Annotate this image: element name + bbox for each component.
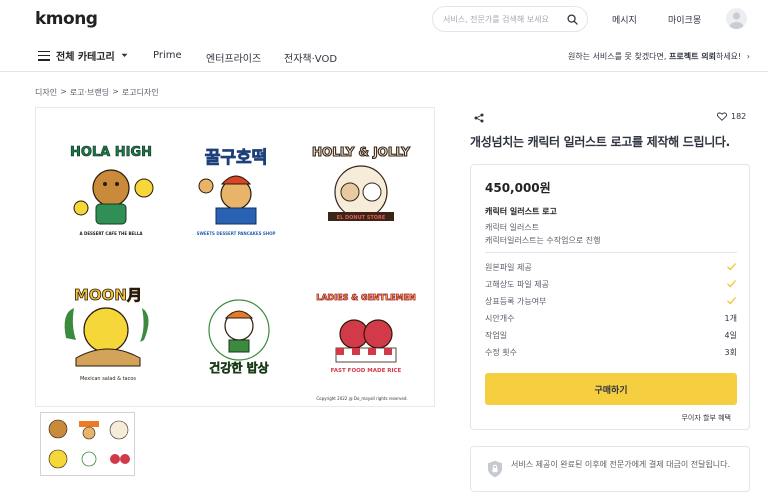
feature-original-file: 원본파일 제공 (485, 260, 737, 276)
heart-icon (717, 112, 727, 121)
hamburger-icon (38, 50, 50, 61)
promo-prefix: 원하는 서비스를 못 찾겠다면, (567, 52, 669, 61)
logo-4-text: MOON月 (74, 286, 142, 304)
my-kmong-link[interactable]: 마이크몽 (668, 13, 701, 26)
nav-prime[interactable]: Prime (153, 50, 182, 61)
feature-work-days: 작업일 4일 (485, 328, 737, 344)
logo-6-subtext: FAST FOOD MADE RICE (331, 368, 402, 374)
price: 450,000원 (485, 181, 551, 195)
feature-trademark: 상표등록 가능여부 (485, 294, 737, 310)
logo-1-text: HOLA HIGH (70, 145, 152, 160)
package-description-1: 캐릭터 일러스트 (485, 223, 540, 232)
project-request-link[interactable]: 원하는 서비스를 못 찾겠다면, 프로젝트 의뢰하세요! › (568, 51, 750, 62)
breadcrumb: 디자인 > 로고·브랜딩 > 로고디자인 (35, 87, 159, 98)
feature-label: 고해상도 파일 제공 (485, 280, 549, 289)
logo-1-subtext: A DESSERT CAFE THE BELLA (80, 231, 144, 236)
feature-high-res-file: 고해상도 파일 제공 (485, 277, 737, 293)
nav-enterprise[interactable]: 엔터프라이즈 (206, 50, 261, 65)
feature-value: 4일 (724, 331, 737, 340)
feature-draft-count: 시안개수 1개 (485, 311, 737, 327)
feature-label: 상표등록 가능여부 (485, 297, 547, 306)
logo-5-text: 건강한 밥상 (209, 360, 268, 375)
chevron-right-icon: › (746, 52, 750, 61)
copyright-text: Copyright 2022 @ Do_mayall rights reserv… (316, 396, 407, 401)
all-categories-button[interactable]: 전체 카테고리 (38, 48, 128, 63)
product-title: 개성넘치는 캐릭터 일러스트 로고를 제작해 드립니다. (470, 135, 730, 149)
check-icon (727, 297, 736, 305)
promo-suffix: 하세요! (715, 52, 742, 61)
promo-bold: 프로젝트 의뢰 (669, 52, 716, 61)
check-icon (727, 280, 736, 288)
breadcrumb-separator: > (112, 87, 119, 96)
feature-label: 수정 횟수 (485, 348, 517, 357)
logo-2-subtext: SWEETS DESSERT PANCAKES SHOP (197, 231, 276, 236)
caret-down-icon (121, 53, 128, 57)
feature-label: 원본파일 제공 (485, 263, 532, 272)
no-interest-installment-link[interactable]: 무이자 할부 혜택 (681, 413, 731, 423)
avatar[interactable] (726, 8, 747, 29)
search-input[interactable] (443, 11, 561, 28)
like-count: 182 (731, 112, 747, 121)
kmong-logo[interactable]: kmong (35, 9, 98, 29)
check-icon (727, 263, 736, 271)
feature-value: 1개 (724, 314, 737, 323)
notice-text: 서비스 제공이 완료된 이후에 전문가에게 결제 대금이 전달됩니다. (511, 460, 731, 469)
logo-3-text: HOLLY & JOLLY (312, 145, 410, 159)
feature-label: 작업일 (485, 331, 508, 340)
nav-ebook-vod[interactable]: 전자책·VOD (284, 50, 337, 65)
breadcrumb-design[interactable]: 디자인 (35, 87, 57, 98)
user-icon (729, 12, 744, 29)
logo-healthy-meal: 건강한 밥상 (208, 299, 270, 375)
package-description-2: 캐릭터일러스트는 수작업으로 진행 (485, 236, 601, 245)
breadcrumb-separator: > (60, 87, 67, 96)
buy-button[interactable]: 구매하기 (485, 373, 737, 405)
no-interest-label: 무이자 할부 혜택 (681, 414, 731, 422)
logo-6-text: LADIES & GENTLEMEN (316, 293, 416, 302)
payment-protection-notice: 서비스 제공이 완료된 이후에 전문가에게 결제 대금이 전달됩니다. (470, 446, 750, 492)
logo-3-subtext: EL DONUT STORE (337, 215, 386, 221)
package-name: 캐릭터 일러스트 로고 (485, 207, 557, 216)
search-box[interactable] (432, 6, 588, 32)
like-button[interactable]: 182 (717, 112, 746, 121)
messages-link[interactable]: 메시지 (612, 13, 637, 26)
top-header: kmong 메시지 마이크몽 (0, 0, 768, 40)
breadcrumb-logo-design[interactable]: 로고디자인 (122, 87, 159, 98)
breadcrumb-logo-branding[interactable]: 로고·브랜딩 (70, 87, 109, 98)
shield-lock-icon (488, 460, 502, 478)
package-panel: 450,000원 캐릭터 일러스트 로고 캐릭터 일러스트 캐릭터일러스트는 수… (470, 164, 750, 430)
thumbnail-1[interactable] (40, 412, 135, 476)
all-categories-label: 전체 카테고리 (56, 52, 115, 63)
share-icon[interactable] (474, 113, 484, 123)
logo-2-text: 꿀구호떡 (205, 148, 268, 168)
search-icon[interactable] (567, 14, 578, 25)
feature-revisions: 수정 횟수 3회 (485, 345, 737, 361)
product-image[interactable]: HOLA HIGH A DESSERT CAFE THE BELLA 꿀구호떡 … (35, 107, 435, 407)
divider (485, 252, 737, 253)
feature-value: 3회 (724, 348, 737, 357)
feature-label: 시안개수 (485, 314, 515, 323)
category-nav: 전체 카테고리 Prime 엔터프라이즈 전자책·VOD 원하는 서비스를 못 … (0, 40, 768, 72)
logo-4-subtext: Mexican salad & tacos (80, 376, 136, 382)
